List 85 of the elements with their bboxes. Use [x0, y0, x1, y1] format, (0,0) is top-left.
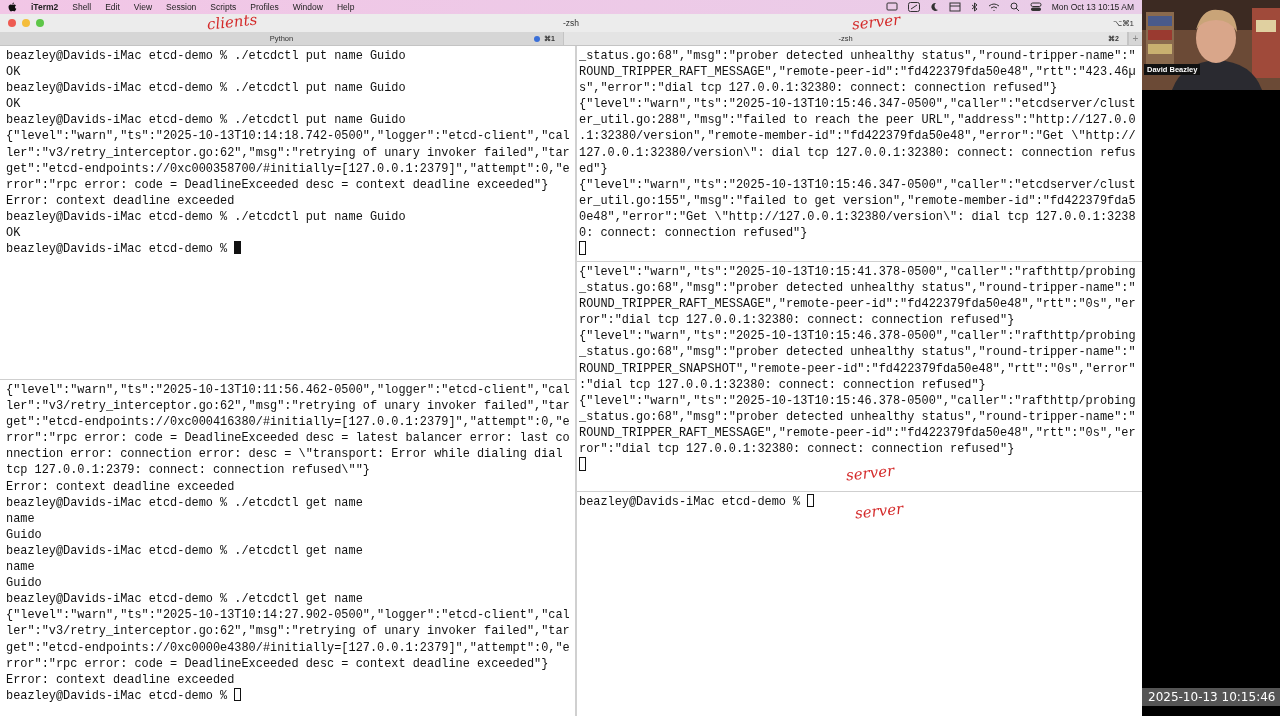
terminal-line: {"level":"warn","ts":"2025-10-13T10:15:46.378-0500","caller":"rafthttp/probing [579, 328, 1136, 345]
terminal-line: _status.go:68","msg":"prober detected unhealthy status","round-tripper-name":" [579, 408, 1136, 425]
menu-item[interactable]: Window [292, 2, 323, 12]
terminal-line: name [6, 559, 35, 576]
terminal-line: rror":"rpc error: code = DeadlineExceeded desc = context deadline exceeded"} [6, 655, 549, 672]
terminal-line: {"level":"warn","ts":"2025-10-13T10:15:46.347-0500","caller":"etcdserver/clust [579, 176, 1136, 193]
terminal-line: Guido [6, 526, 42, 543]
terminal-line: 127.0.0.1:32380/version\": dial tcp 127.0.0.1:32380: connect: connection refus [579, 144, 1136, 161]
terminal-line: ROUND_TRIPPER_SNAPSHOT","remote-peer-id":"fd422379fda50e48","rtt":"0s","error" [579, 360, 1136, 377]
menu-clock[interactable]: Mon Oct 13 10:15 AM [1051, 2, 1134, 12]
terminal-line: beazley@Davids-iMac etcd-demo % [579, 494, 815, 511]
search-icon[interactable] [1009, 2, 1020, 12]
terminal-line: ler":"v3/retry_interceptor.go:62","msg":"retrying of unary invoker failed","tar [6, 398, 570, 415]
terminal-line: get":"etcd-endpoints://0xc000358700/#initially=[127.0.0.1:2379]","attempt":0,"e [6, 160, 570, 177]
terminal-line: name [6, 510, 35, 527]
terminal-line: ror":"dial tcp 127.0.0.1:32380: connect: connection refused"} [579, 312, 1015, 329]
menu-item[interactable]: Edit [105, 2, 120, 12]
display-icon[interactable] [885, 2, 898, 12]
terminal-line: {"level":"warn","ts":"2025-10-13T10:15:41.378-0500","caller":"rafthttp/probing [579, 264, 1136, 281]
toggle-icon[interactable] [1029, 2, 1042, 12]
terminal-line: _status.go:68","msg":"prober detected unhealthy status","round-tripper-name":" [579, 344, 1136, 361]
terminal-line: rror":"rpc error: code = DeadlineExceeded desc = latest balancer error: last co [6, 430, 570, 447]
terminal-line: nnection error: connection error: desc = \"transport: Error while dialing dial [6, 446, 563, 463]
close-button[interactable] [8, 19, 16, 27]
terminal-line: Guido [6, 575, 42, 592]
window-icon[interactable] [948, 2, 961, 12]
terminal-line: Error: context deadline exceeded [6, 478, 235, 495]
terminal-line: OK [6, 225, 21, 242]
menu-app-name[interactable]: iTerm2 [31, 2, 59, 12]
terminal-line: beazley@Davids-iMac etcd-demo % [6, 687, 242, 704]
terminal-line: _status.go:68","msg":"prober detected unhealthy status","round-tripper-name":" [579, 280, 1136, 297]
handwritten-note: server [854, 501, 904, 522]
terminal-line: .1:32380/version","remote-member-id":"fd422379fda50e48","error":"Get \"http:// [579, 128, 1136, 145]
pen-icon[interactable] [907, 2, 920, 12]
terminal-line: beazley@Davids-iMac etcd-demo % ./etcdctl put name Guido [6, 208, 406, 226]
terminal-line: tcp 127.0.0.1:2379: connect: connection refused\""} [6, 462, 370, 479]
terminal-line: Error: context deadline exceeded [6, 192, 235, 209]
handwritten-note: server [845, 463, 895, 484]
terminal-line: er_util.go:288","msg":"failed to reach the peer URL","address":"http://127.0.0 [579, 112, 1136, 129]
terminal-line: Error: context deadline exceeded [6, 671, 235, 688]
apple-icon[interactable] [8, 2, 17, 12]
terminal-line: beazley@Davids-iMac etcd-demo % ./etcdctl put name Guido [6, 112, 406, 129]
terminal-line: 0e48","error":"Get \"http://127.0.0.1:32380/version\": dial tcp 127.0.0.1:3238 [579, 208, 1136, 226]
terminal-line: 0: connect: connection refused"} [579, 225, 808, 242]
window-shortcut: ⌥⌘1 [1112, 18, 1134, 28]
menu-item[interactable]: Scripts [210, 2, 237, 12]
wifi-icon[interactable] [987, 2, 1000, 12]
handwritten-note: clients [206, 12, 258, 33]
terminal-line: rror":"rpc error: code = DeadlineExceeded desc = context deadline exceeded"} [6, 176, 549, 193]
terminal-line: s","error":"dial tcp 127.0.0.1:32380: connect: connection refused"} [579, 80, 1058, 97]
handwritten-note: server [851, 12, 901, 33]
terminal-line: {"level":"warn","ts":"2025-10-13T10:14:27.902-0500","logger":"etcd-client","cal [6, 607, 570, 624]
menu-item[interactable]: Session [166, 2, 197, 12]
terminal-line: beazley@Davids-iMac etcd-demo % ./etcdctl put name Guido [6, 48, 406, 65]
terminal-line: ROUND_TRIPPER_RAFT_MESSAGE","remote-peer-id":"fd422379fda50e48","rtt":"0s","er [579, 424, 1136, 442]
terminal-line: :"dial tcp 127.0.0.1:32380: connect: connection refused"} [579, 376, 986, 393]
terminal-line: beazley@Davids-iMac etcd-demo % ./etcdctl get name [6, 591, 363, 608]
bluetooth-icon[interactable] [970, 2, 978, 12]
menu-item[interactable]: Help [336, 2, 355, 12]
menu-item[interactable]: Shell [72, 2, 92, 12]
terminal-line: ed"} [579, 160, 608, 177]
terminal-line: {"level":"warn","ts":"2025-10-13T10:15:46.378-0500","caller":"rafthttp/probing [579, 392, 1136, 409]
terminal-line: _status.go:68","msg":"prober detected unhealthy status","round-tripper-name":" [579, 48, 1136, 65]
window-title: -zsh [562, 18, 580, 28]
terminal-line: get":"etcd-endpoints://0xc0000e4380/#initially=[127.0.0.1:2379]","attempt":0,"e [6, 639, 570, 656]
terminal-line: {"level":"warn","ts":"2025-10-13T10:15:46.347-0500","caller":"etcdserver/clust [579, 96, 1136, 113]
terminal-line: ler":"v3/retry_interceptor.go:62","msg":"retrying of unary invoker failed","tar [6, 144, 570, 161]
terminal-line: ROUND_TRIPPER_RAFT_MESSAGE","remote-peer-id":"fd422379fda50e48","rtt":"423.46µ [579, 64, 1136, 81]
terminal-line: ler":"v3/retry_interceptor.go:62","msg":"retrying of unary invoker failed","tar [6, 623, 570, 640]
terminal-line: ROUND_TRIPPER_RAFT_MESSAGE","remote-peer-id":"fd422379fda50e48","rtt":"0s","er [579, 296, 1136, 313]
terminal-line: ror":"dial tcp 127.0.0.1:32380: connect: connection refused"} [579, 441, 1015, 458]
terminal-line: OK [6, 96, 21, 113]
menu-item[interactable]: View [133, 2, 153, 12]
video-timestamp: 2025-10-13 10:15:46 [1142, 688, 1280, 706]
terminal-line: {"level":"warn","ts":"2025-10-13T10:11:56.462-0500","logger":"etcd-client","cal [6, 382, 570, 399]
terminal-line: OK [6, 64, 21, 81]
menu-item[interactable]: Profiles [250, 2, 279, 12]
terminal-line: er_util.go:155","msg":"failed to get version","remote-member-id":"fd422379fda5 [579, 192, 1136, 209]
terminal-line: get":"etcd-endpoints://0xc000416380/#initially=[127.0.0.1:2379]","attempt":0,"e [6, 414, 570, 431]
moon-icon[interactable] [929, 2, 939, 12]
terminal-line: beazley@Davids-iMac etcd-demo % ./etcdctl put name Guido [6, 80, 406, 97]
terminal-line: beazley@Davids-iMac etcd-demo % ./etcdctl get name [6, 494, 363, 511]
terminal-line: {"level":"warn","ts":"2025-10-13T10:14:18.742-0500","logger":"etcd-client","cal [6, 128, 570, 145]
terminal-line: beazley@Davids-iMac etcd-demo % [6, 241, 242, 258]
terminal-line: beazley@Davids-iMac etcd-demo % ./etcdctl get name [6, 542, 363, 560]
